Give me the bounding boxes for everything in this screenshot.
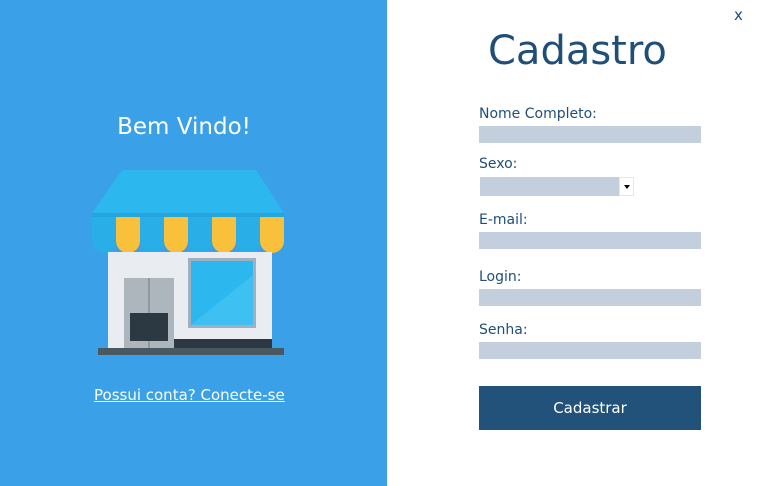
email-input[interactable] [479, 232, 701, 249]
nome-input[interactable] [479, 126, 701, 143]
close-button[interactable]: x [734, 6, 743, 24]
email-label: E-mail: [479, 212, 528, 228]
senha-label: Senha: [479, 322, 528, 338]
senha-input[interactable] [479, 342, 701, 359]
login-label: Login: [479, 269, 522, 285]
login-input[interactable] [479, 289, 701, 306]
cadastrar-button[interactable]: Cadastrar [479, 386, 701, 430]
nome-label: Nome Completo: [479, 106, 597, 122]
page-title: Cadastro [488, 28, 667, 74]
store-icon [92, 170, 284, 355]
welcome-heading: Bem Vindo! [117, 114, 251, 140]
welcome-panel: Bem Vindo! Possui conta? Conecte-se [0, 0, 387, 486]
sexo-label: Sexo: [479, 156, 518, 172]
sexo-select[interactable] [480, 177, 634, 196]
login-link[interactable]: Possui conta? Conecte-se [94, 386, 285, 404]
chevron-down-icon[interactable] [619, 177, 634, 196]
